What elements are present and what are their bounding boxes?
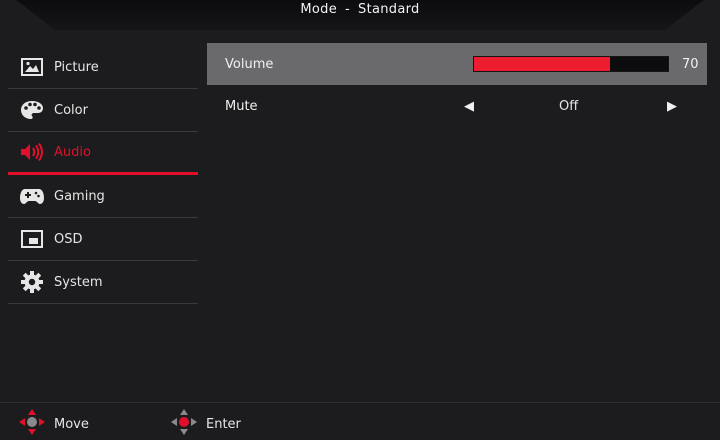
gear-icon (20, 270, 44, 294)
volume-row[interactable]: Volume 70 (207, 43, 707, 85)
sidebar-item-picture[interactable]: Picture (8, 46, 198, 89)
picture-icon (20, 55, 44, 79)
footer-hints: Move Enter (0, 408, 720, 440)
sidebar-item-label: Picture (54, 59, 99, 75)
osd-window-icon (20, 227, 44, 251)
audio-settings-panel: Volume 70 Mute ◀ Off ▶ (207, 43, 707, 127)
enter-hint: Enter (170, 408, 241, 440)
enter-dpad-icon (170, 408, 198, 440)
mode-label: Mode (300, 2, 338, 17)
sidebar-item-label: System (54, 274, 103, 290)
mode-title: Mode - Standard (0, 0, 720, 30)
sidebar-menu: Picture Color Audio Gaming OSD System (8, 46, 198, 304)
move-dpad-icon (18, 408, 46, 440)
enter-label: Enter (206, 416, 241, 432)
sidebar-item-color[interactable]: Color (8, 89, 198, 132)
sidebar-item-label: Gaming (54, 188, 105, 204)
move-label: Move (54, 416, 89, 432)
sidebar-item-label: OSD (54, 231, 83, 247)
sidebar-item-system[interactable]: System (8, 261, 198, 304)
sidebar-item-osd[interactable]: OSD (8, 218, 198, 261)
gamepad-icon (20, 184, 44, 208)
volume-value: 70 (682, 56, 699, 72)
mute-value: Off (559, 98, 579, 114)
mute-row[interactable]: Mute ◀ Off ▶ (207, 85, 707, 127)
move-hint: Move (18, 408, 89, 440)
mode-separator: - (345, 2, 351, 17)
mode-value: Standard (358, 2, 420, 17)
sidebar-item-label: Audio (54, 144, 91, 160)
mute-label: Mute (225, 98, 258, 114)
palette-icon (20, 98, 44, 122)
speaker-icon (20, 140, 44, 164)
volume-slider[interactable] (473, 56, 669, 72)
volume-slider-fill (474, 57, 610, 71)
sidebar-item-gaming[interactable]: Gaming (8, 175, 198, 218)
mute-left-arrow-icon[interactable]: ◀ (464, 99, 474, 114)
footer-divider (0, 402, 720, 403)
sidebar-item-label: Color (54, 102, 88, 118)
mute-right-arrow-icon[interactable]: ▶ (667, 99, 677, 114)
volume-label: Volume (225, 56, 274, 72)
sidebar-item-audio[interactable]: Audio (8, 132, 198, 175)
